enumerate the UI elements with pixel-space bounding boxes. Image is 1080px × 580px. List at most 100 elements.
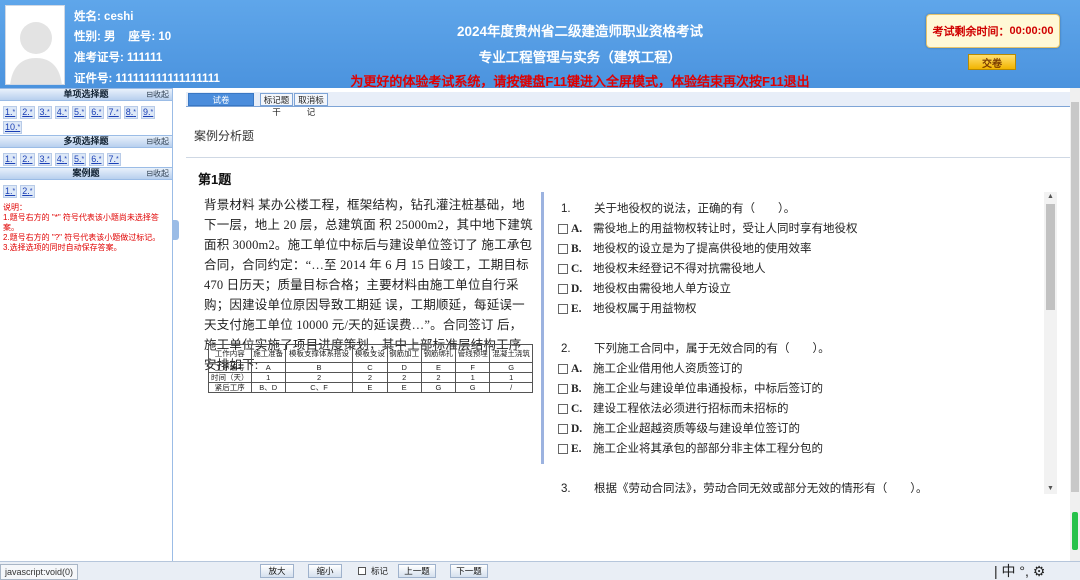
collapse-button[interactable]: ⊟收起 xyxy=(146,89,169,100)
sub-question-list: 1. 关于地役权的说法，正确的有（ ）。 A. 需役地上的用益物权转让时，受让人同时享… xyxy=(558,199,1028,493)
tab-bar: 试卷 标记题干 取消标记 xyxy=(186,92,1070,117)
candidate-avatar xyxy=(5,5,65,85)
mark-stem-button[interactable]: 标记题干 xyxy=(260,93,293,117)
question-number-link[interactable]: 3.* xyxy=(37,153,52,166)
question-number-link[interactable]: 1.* xyxy=(3,153,18,166)
sidebar-toggle-handle[interactable] xyxy=(173,220,179,240)
unanswered-star-icon: * xyxy=(64,109,67,116)
questions-scrollbar[interactable]: ▲ ▼ xyxy=(1044,192,1057,494)
option-letter: A. xyxy=(571,363,583,375)
unmark-button[interactable]: 取消标记 xyxy=(294,93,328,117)
notes-line: 1.题号右方的 "*" 符号代表该小题尚未选择答案。 xyxy=(3,213,159,232)
scroll-thumb[interactable] xyxy=(1046,204,1055,310)
remaining-time-box: 考试剩余时间： 00:00:00 xyxy=(926,14,1060,48)
answer-option[interactable]: A. 施工企业借用他人资质签订的 xyxy=(558,359,1028,379)
page-scroll-thumb[interactable] xyxy=(1071,102,1079,492)
unanswered-star-icon: * xyxy=(12,156,16,163)
unanswered-star-icon: * xyxy=(29,156,33,163)
avatar-silhouette-icon xyxy=(6,6,64,84)
option-text: 施工企业超越资质等级与建设单位签订的 xyxy=(593,423,800,435)
unanswered-star-icon: * xyxy=(98,109,102,116)
answer-option[interactable]: E. 施工企业将其承包的部部分非主体工程分包的 xyxy=(558,439,1028,459)
question-number-link[interactable]: 6.* xyxy=(89,153,104,166)
collapse-button[interactable]: ⊟收起 xyxy=(146,136,169,147)
table-header-cell: 钢筋绑扎 xyxy=(420,344,457,363)
exam-header: 姓名: ceshi 性别: 男 座号: 10 准考证号: 111111 证件号:… xyxy=(0,0,1080,89)
answer-option[interactable]: C. 建设工程依法必须进行招标而未招标的 xyxy=(558,399,1028,419)
collapse-button[interactable]: ⊟收起 xyxy=(146,168,169,179)
bottom-toolbar: javascript:void(0) 放大 缩小 标记 上一题 下一题 | 中 … xyxy=(0,561,1080,580)
question-number-link[interactable]: 9.* xyxy=(141,106,156,119)
answer-option[interactable]: E. 地役权属于用益物权 xyxy=(558,299,1028,319)
zoom-in-button[interactable]: 放大 xyxy=(260,564,294,578)
page-scrollbar[interactable] xyxy=(1070,88,1080,561)
answer-option[interactable]: B. 施工企业与建设单位串通投标，中标后签订的 xyxy=(558,379,1028,399)
question-number-link[interactable]: 2.* xyxy=(20,185,35,198)
question-number-link[interactable]: 10.* xyxy=(3,121,23,134)
table-cell: B、D xyxy=(250,382,286,393)
question-number-link[interactable]: 8.* xyxy=(123,106,138,119)
question-number-link[interactable]: 6.* xyxy=(89,106,104,119)
option-checkbox[interactable] xyxy=(558,284,568,294)
unanswered-star-icon: * xyxy=(47,109,50,116)
mark-checkbox[interactable] xyxy=(358,567,366,575)
question-number: 2. xyxy=(22,154,30,164)
question-number-link[interactable]: 7.* xyxy=(106,106,121,119)
question-number-link[interactable]: 4.* xyxy=(54,106,69,119)
sub-question: 2. 下列施工合同中，属于无效合同的有（ ）。 A. 施工企业借用他人资质签订的 B. 施… xyxy=(558,339,1028,459)
prev-question-button[interactable]: 上一题 xyxy=(398,564,436,578)
table-cell: D xyxy=(386,362,422,373)
option-text: 施工企业借用他人资质签订的 xyxy=(593,363,743,375)
option-checkbox[interactable] xyxy=(558,444,568,454)
answer-option[interactable]: C. 地役权未经登记不得对抗需役地人 xyxy=(558,259,1028,279)
table-row: 紧后工序 B、D C、F E E G G / xyxy=(208,382,533,393)
unanswered-star-icon: * xyxy=(12,188,16,195)
unanswered-star-icon: * xyxy=(17,124,21,131)
table-cell: 紧后工序 xyxy=(208,382,252,393)
option-checkbox[interactable] xyxy=(558,304,568,314)
ime-indicator[interactable]: | 中 °, ⚙ xyxy=(994,562,1045,580)
question-number: 6. xyxy=(91,107,99,117)
multi-choice-header: 多项选择题 ⊟收起 xyxy=(0,135,172,148)
answer-option[interactable]: D. 地役权由需役地人单方设立 xyxy=(558,279,1028,299)
unanswered-star-icon: * xyxy=(116,109,119,116)
question-number-link[interactable]: 3.* xyxy=(37,106,52,119)
next-question-button[interactable]: 下一题 xyxy=(450,564,488,578)
unanswered-star-icon: * xyxy=(29,188,33,195)
scroll-down-icon[interactable]: ▼ xyxy=(1044,484,1057,494)
answer-option[interactable]: A. 需役地上的用益物权转让时，受让人同时享有地役权 xyxy=(558,219,1028,239)
option-checkbox[interactable] xyxy=(558,224,568,234)
table-cell: F xyxy=(455,362,491,373)
question-number-link[interactable]: 4.* xyxy=(54,153,69,166)
question-stem-text: 关于地役权的说法，正确的有（ ）。 xyxy=(594,203,796,215)
table-cell: 2 xyxy=(352,372,388,383)
question-number-link[interactable]: 2.* xyxy=(20,153,35,166)
option-letter: B. xyxy=(571,243,582,255)
question-number: 5. xyxy=(74,107,82,117)
question-number: 10. xyxy=(5,122,18,132)
option-checkbox[interactable] xyxy=(558,244,568,254)
submit-exam-button[interactable]: 交卷 xyxy=(968,54,1016,70)
tab-paper[interactable]: 试卷 xyxy=(188,93,254,106)
unanswered-star-icon: * xyxy=(81,156,85,163)
question-number-link[interactable]: 5.* xyxy=(72,153,87,166)
question-number: 2. xyxy=(22,186,30,196)
option-checkbox[interactable] xyxy=(558,424,568,434)
answer-option[interactable]: B. 地役权的设立是为了提高供役地的使用效率 xyxy=(558,239,1028,259)
question-number-link[interactable]: 1.* xyxy=(3,185,18,198)
unanswered-star-icon: * xyxy=(81,109,85,116)
option-checkbox[interactable] xyxy=(558,364,568,374)
question-stem: 3. 根据《劳动合同法》，劳动合同无效或部分无效的情形有（ ）。 xyxy=(558,479,1028,493)
zoom-out-button[interactable]: 缩小 xyxy=(308,564,342,578)
question-number-link[interactable]: 7.* xyxy=(106,153,121,166)
question-number-link[interactable]: 2.* xyxy=(20,106,35,119)
question-number-link[interactable]: 5.* xyxy=(72,106,87,119)
question-number-link[interactable]: 1.* xyxy=(3,106,18,119)
answer-option[interactable]: D. 施工企业超越资质等级与建设单位签订的 xyxy=(558,419,1028,439)
option-checkbox[interactable] xyxy=(558,264,568,274)
option-checkbox[interactable] xyxy=(558,384,568,394)
question-number: 3. xyxy=(39,154,48,164)
option-checkbox[interactable] xyxy=(558,404,568,414)
question-number: 2. xyxy=(561,343,571,355)
scroll-up-icon[interactable]: ▲ xyxy=(1044,192,1057,202)
